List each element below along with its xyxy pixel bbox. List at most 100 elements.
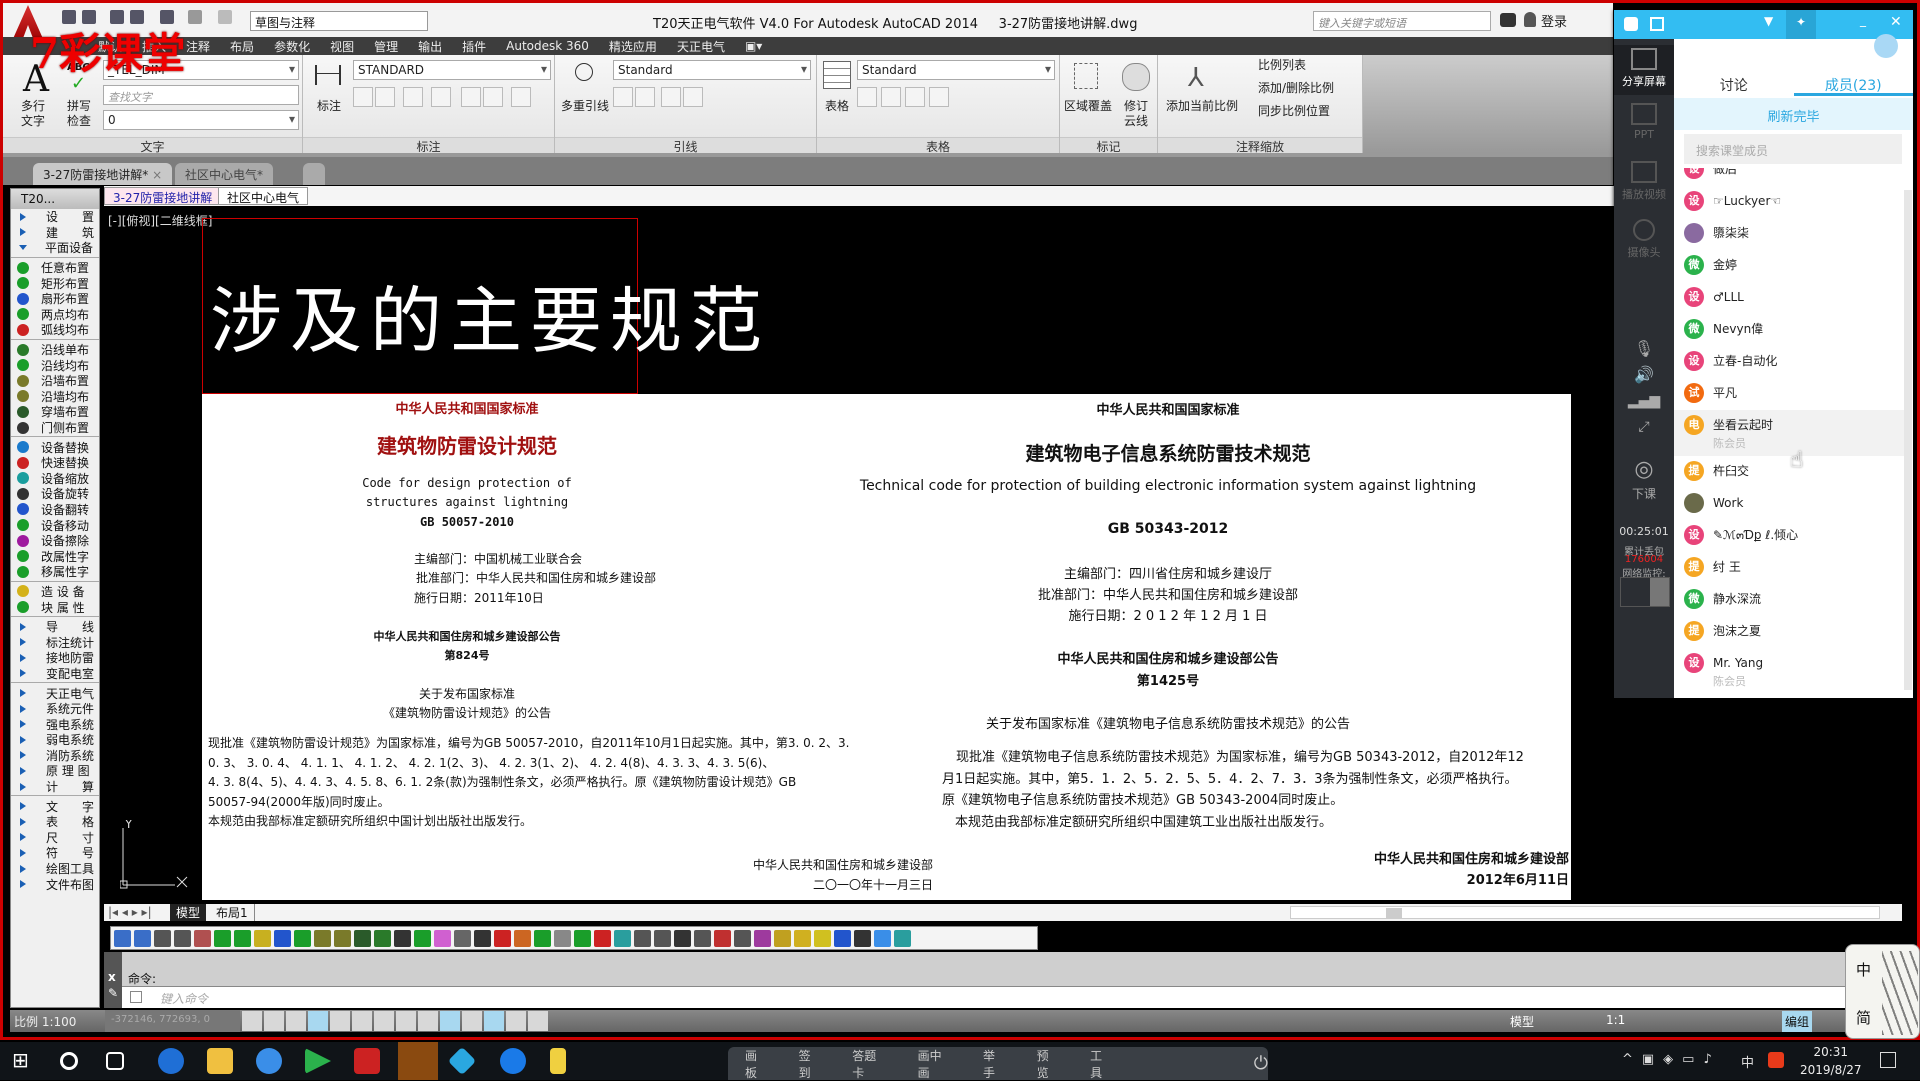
help-search-input[interactable]: 键入关键字或短语 xyxy=(1313,11,1491,31)
ribbon-options-icon[interactable]: ▣▾ xyxy=(745,39,762,53)
redo-icon[interactable] xyxy=(218,10,232,24)
palette-item[interactable]: 尺 寸 xyxy=(11,830,99,846)
end-class-icon[interactable]: ◎ xyxy=(1614,457,1674,482)
sync-scale-button[interactable]: 同步比例位置 xyxy=(1258,104,1330,119)
member-item[interactable]: 设 ☞Luckyer☜ xyxy=(1674,186,1904,218)
help-app-icon[interactable] xyxy=(550,1048,566,1074)
toolbar-tool-icon[interactable] xyxy=(634,930,651,947)
toolbar-tool-icon[interactable] xyxy=(674,930,691,947)
model-space-button[interactable]: 模型 xyxy=(1510,1013,1534,1030)
palette-item[interactable]: 强电系统 xyxy=(11,716,99,732)
toolbar-tool-icon[interactable] xyxy=(854,930,871,947)
command-prompt-icon[interactable] xyxy=(130,991,142,1003)
ribbon-tab[interactable]: 精选应用 xyxy=(609,38,657,55)
drafting-toggle-icon[interactable] xyxy=(374,1011,394,1031)
dim-linear-icon[interactable] xyxy=(353,87,373,107)
palette-item[interactable]: 弱电系统 xyxy=(11,732,99,748)
toolbar-tool-icon[interactable] xyxy=(874,930,891,947)
mleader-button[interactable]: 多重引线 xyxy=(561,99,609,114)
ribbon-tab[interactable]: Autodesk 360 xyxy=(506,39,589,53)
palette-item[interactable]: 矩形布置 xyxy=(11,275,99,291)
palette-item[interactable]: 消防系统 xyxy=(11,748,99,764)
app-k-icon[interactable] xyxy=(500,1048,526,1074)
member-item[interactable]: 微 Nevyn偉 xyxy=(1674,314,1904,346)
toolbar-tool-icon[interactable] xyxy=(314,930,331,947)
ribbon-tab[interactable]: 注释 xyxy=(186,38,210,55)
mtext-button[interactable]: 多行 文字 xyxy=(21,99,45,129)
palette-item[interactable]: 沿线均布 xyxy=(11,357,99,373)
class-tool-button[interactable]: 举手 xyxy=(983,1047,1007,1081)
customize-wrench-icon[interactable]: ✎ xyxy=(104,986,122,1008)
wipeout-button[interactable]: 区域覆盖 xyxy=(1064,99,1112,114)
palette-item[interactable]: 变配电室 xyxy=(11,666,99,682)
download-data-icon[interactable] xyxy=(929,87,949,107)
table-panel-title[interactable]: 表格 xyxy=(817,137,1059,154)
dimension-panel-title[interactable]: 标注 xyxy=(303,137,554,154)
drafting-toggle-icon[interactable] xyxy=(330,1011,350,1031)
toolbar-tool-icon[interactable] xyxy=(394,930,411,947)
member-item[interactable]: 提杵臼交 xyxy=(1674,456,1904,488)
toolbar-tool-icon[interactable] xyxy=(774,930,791,947)
palette-item[interactable]: 任意布置 xyxy=(11,260,99,276)
edge-icon[interactable] xyxy=(158,1048,184,1074)
palette-item[interactable]: 两点均布 xyxy=(11,307,99,323)
command-input[interactable]: 键入命令 xyxy=(160,990,208,1007)
toolbar-tool-icon[interactable] xyxy=(274,930,291,947)
ribbon-tab[interactable]: 布局 xyxy=(230,38,254,55)
toolbar-tool-icon[interactable] xyxy=(814,930,831,947)
announcement-icon[interactable] xyxy=(1874,34,1898,58)
dropdown-icon[interactable]: ▼ xyxy=(1764,14,1773,28)
layout-nav-arrows-icon[interactable]: |◂ ◂ ▸ ▸| xyxy=(108,905,152,919)
drafting-toggle-icon[interactable] xyxy=(264,1011,284,1031)
ppt-button[interactable]: PPT xyxy=(1614,103,1674,141)
task-view-icon[interactable] xyxy=(106,1052,124,1070)
palette-item[interactable]: 沿墙布置 xyxy=(11,373,99,389)
member-list-scrollbar[interactable] xyxy=(1904,190,1912,690)
toolbar-tool-icon[interactable] xyxy=(474,930,491,947)
palette-item[interactable]: 块 属 性 xyxy=(11,599,99,615)
add-current-scale-button[interactable]: 添加当前比例 xyxy=(1166,99,1238,114)
dimension-button[interactable]: 标注 xyxy=(317,99,341,114)
palette-item[interactable]: 穿墙布置 xyxy=(11,404,99,420)
dim-aligned-icon[interactable] xyxy=(375,87,395,107)
member-item[interactable]: 设 ✎ℳ๓Ɗք ℓ.倾心 xyxy=(1674,520,1904,552)
scale-list-button[interactable]: 比例列表 xyxy=(1258,58,1306,73)
drafting-toggle-icon[interactable] xyxy=(484,1011,504,1031)
search-icon[interactable] xyxy=(60,1052,78,1070)
dim-inspect-icon[interactable] xyxy=(461,87,481,107)
palette-item[interactable]: 天正电气 xyxy=(11,685,99,701)
file-tab-active[interactable]: 3-27防雷接地讲解* × xyxy=(33,163,173,185)
class-tool-button[interactable]: 答题卡 xyxy=(852,1047,887,1081)
ribbon-tab[interactable]: 天正电气 xyxy=(677,38,725,55)
toolbar-tool-icon[interactable] xyxy=(434,930,451,947)
toolbar-tool-icon[interactable] xyxy=(574,930,591,947)
scale-dropdown[interactable]: 比例 1:100 xyxy=(14,1013,76,1030)
palette-item[interactable]: 改属性字 xyxy=(11,548,99,564)
viewport-controls[interactable]: [-][俯视][二维线框] xyxy=(108,212,212,229)
palette-item[interactable]: 设 置 xyxy=(11,209,99,225)
toolbar-tool-icon[interactable] xyxy=(454,930,471,947)
palette-item[interactable]: 设备翻转 xyxy=(11,502,99,518)
start-icon[interactable]: ⊞ xyxy=(12,1048,38,1074)
markup-panel-title[interactable]: 标记 xyxy=(1060,137,1157,154)
model-tab[interactable]: 模型 xyxy=(170,904,207,921)
power-icon[interactable]: ⏻ xyxy=(1254,1053,1268,1074)
close-button[interactable]: ✕ xyxy=(1890,14,1902,30)
toolbar-tool-icon[interactable] xyxy=(354,930,371,947)
drafting-toggle-icon[interactable] xyxy=(242,1011,262,1031)
scroll-thumb[interactable] xyxy=(1386,908,1402,918)
upload-data-icon[interactable] xyxy=(905,87,925,107)
palette-item[interactable]: 接地防雷 xyxy=(11,650,99,666)
share-screen-button[interactable]: 分享屏幕 xyxy=(1614,45,1674,95)
tab-discussion[interactable]: 讨论 xyxy=(1674,39,1794,96)
extract-data-icon[interactable] xyxy=(857,87,877,107)
layer-dropdown[interactable]: 0 xyxy=(103,110,299,130)
drafting-toggle-icon[interactable] xyxy=(418,1011,438,1031)
dim-update-icon[interactable] xyxy=(483,87,503,107)
add-scale-icon[interactable]: ⅄ xyxy=(1188,63,1204,93)
toolbar-tool-icon[interactable] xyxy=(214,930,231,947)
collect-leader-icon[interactable] xyxy=(683,87,703,107)
play-video-button[interactable]: 播放视频 xyxy=(1614,161,1674,202)
drawing-tab-active[interactable]: 3-27防雷接地讲解 xyxy=(104,187,222,205)
member-item[interactable]: 提纣 王 xyxy=(1674,552,1904,584)
